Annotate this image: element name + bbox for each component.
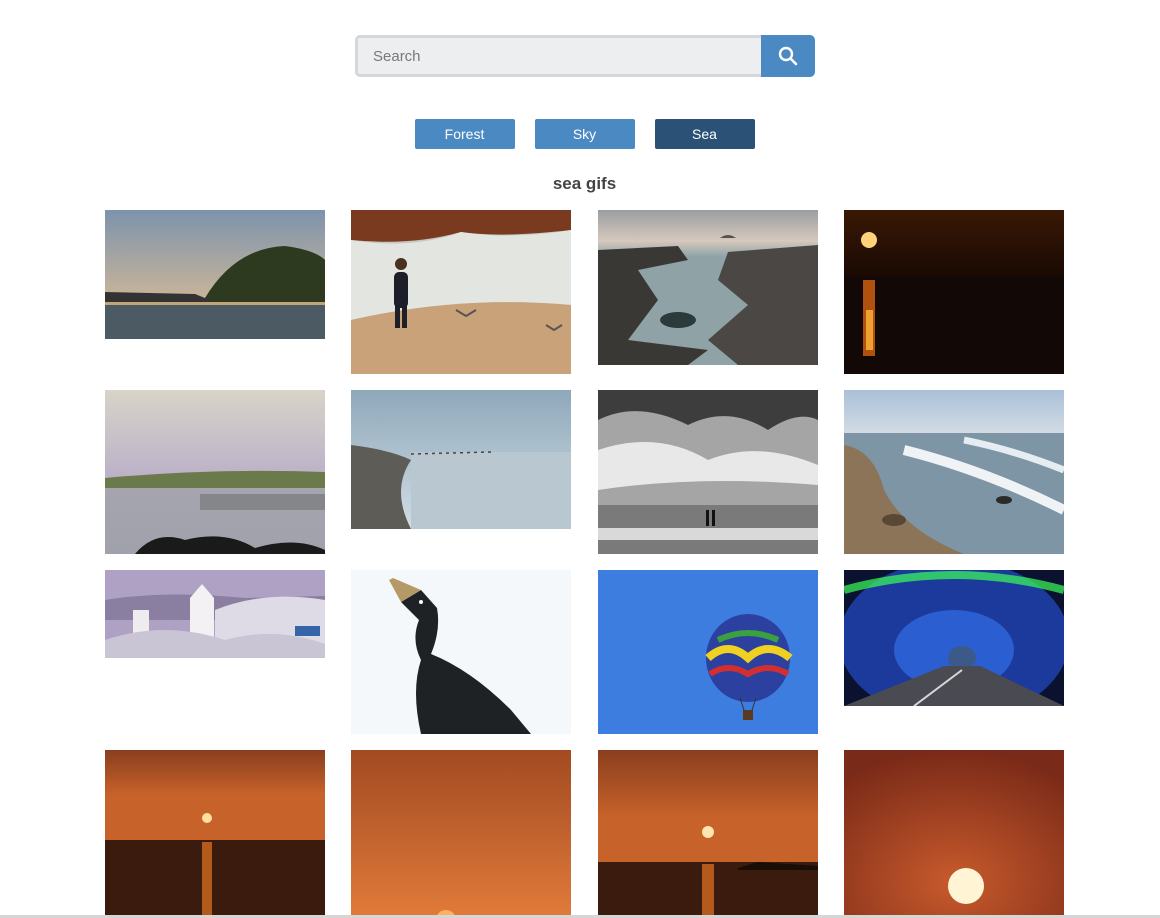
gif-thumbnail[interactable]	[598, 750, 818, 915]
gif-thumbnail[interactable]	[844, 390, 1064, 554]
gif-thumbnail[interactable]	[598, 570, 818, 734]
search-button[interactable]	[761, 35, 815, 77]
gif-thumbnail[interactable]	[844, 750, 1064, 915]
search-bar	[355, 35, 815, 77]
gif-thumbnail[interactable]	[351, 750, 571, 915]
gif-thumbnail[interactable]	[351, 570, 571, 734]
tab-sea[interactable]: Sea	[654, 119, 755, 149]
gif-thumbnail[interactable]	[844, 210, 1064, 374]
gif-thumbnail[interactable]	[351, 210, 571, 374]
gallery-heading: sea gifs	[552, 174, 617, 193]
category-tabs: Forest Sky Sea	[0, 119, 1160, 149]
tab-forest[interactable]: Forest	[414, 119, 515, 149]
gif-thumbnail[interactable]	[844, 570, 1064, 706]
tab-sky[interactable]: Sky	[534, 119, 635, 149]
gif-thumbnail[interactable]	[598, 390, 818, 554]
search-icon	[778, 46, 798, 66]
gif-thumbnail[interactable]	[105, 390, 325, 554]
gif-thumbnail[interactable]	[351, 390, 571, 529]
gif-thumbnail[interactable]	[598, 210, 818, 365]
gif-thumbnail[interactable]	[105, 750, 325, 915]
gif-thumbnail[interactable]	[105, 570, 325, 658]
gif-thumbnail[interactable]	[105, 210, 325, 339]
search-input[interactable]	[355, 35, 761, 77]
